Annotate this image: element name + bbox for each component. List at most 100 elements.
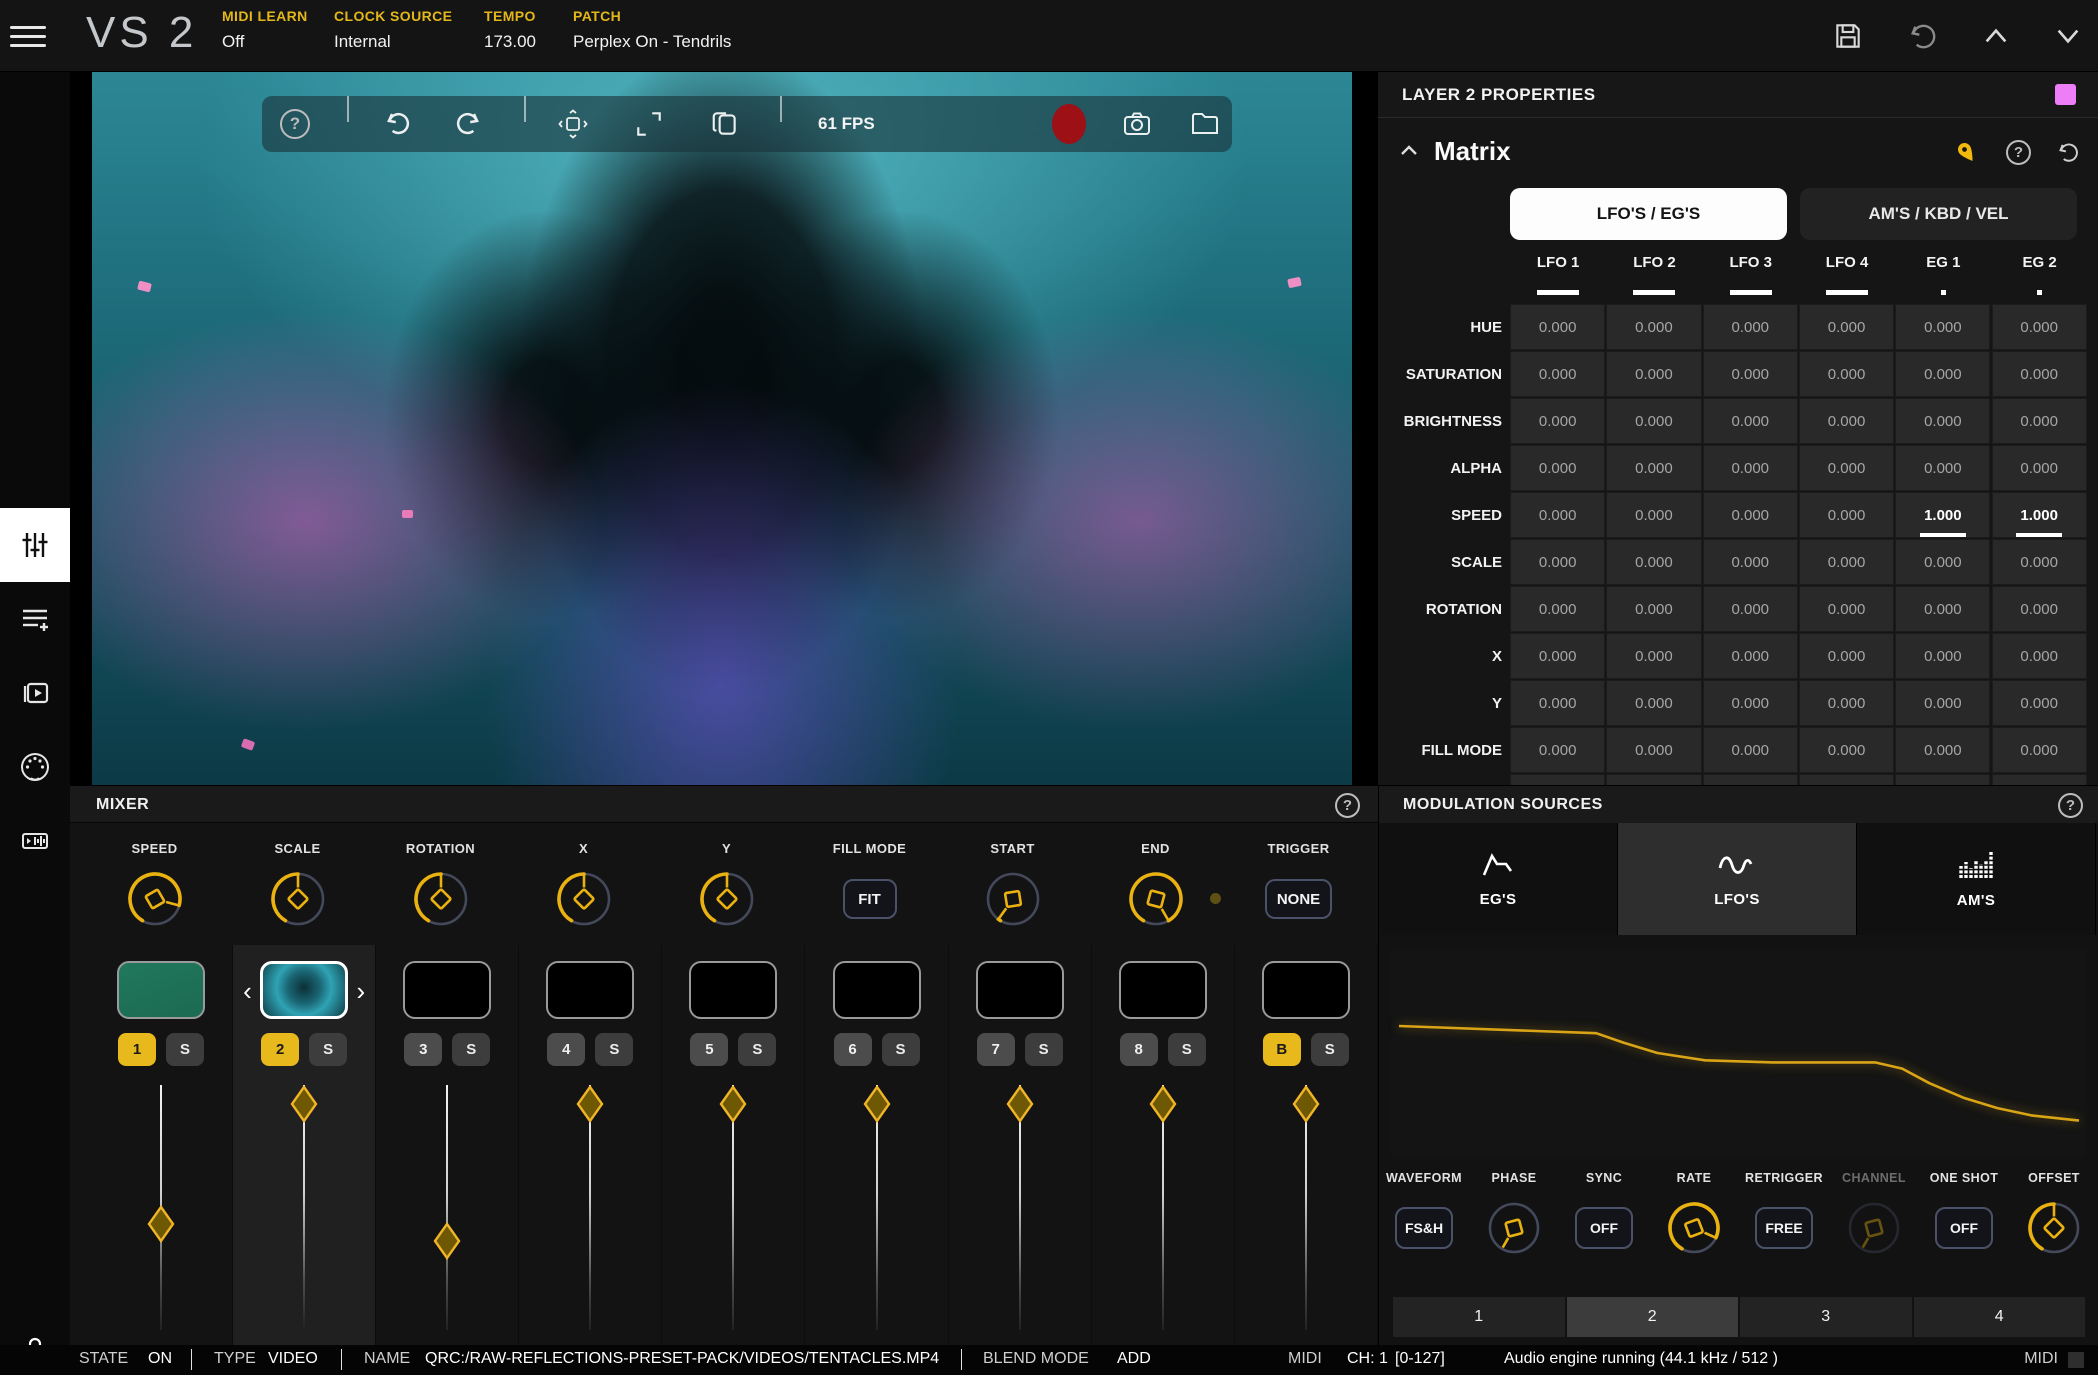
channel-solo-button-B[interactable]: S	[1311, 1033, 1349, 1066]
video-preview[interactable]: ?	[92, 72, 1352, 785]
channel-solo-button-2[interactable]: S	[309, 1033, 347, 1066]
matrix-cell[interactable]: 0.000	[1992, 398, 2087, 444]
type-value[interactable]: VIDEO	[268, 1350, 318, 1368]
prev-clip-arrow[interactable]: ‹	[243, 981, 252, 1001]
pin-icon[interactable]	[1954, 140, 1980, 166]
matrix-cell[interactable]: 1.000	[1895, 492, 1990, 538]
matrix-cell[interactable]: 0.000	[1799, 304, 1894, 350]
topbar-field-tempo[interactable]: TEMPO173.00	[484, 8, 536, 52]
one-shot-button[interactable]: OFF	[1935, 1207, 1993, 1249]
fader-handle[interactable]	[719, 1085, 747, 1123]
matrix-help-icon[interactable]: ?	[2006, 140, 2032, 166]
channel-solo-button-8[interactable]: S	[1168, 1033, 1206, 1066]
matrix-cell[interactable]: 0.000	[1992, 586, 2087, 632]
open-folder-icon[interactable]	[1190, 96, 1220, 152]
channel-select-button-1[interactable]: 1	[118, 1033, 156, 1066]
viewer-redo-icon[interactable]	[454, 96, 484, 152]
lfo-select-tab-2[interactable]: 2	[1567, 1297, 1739, 1337]
channel-solo-button-3[interactable]: S	[452, 1033, 490, 1066]
matrix-cell[interactable]: 0.000	[1799, 351, 1894, 397]
speed-knob[interactable]	[126, 870, 184, 928]
matrix-cell[interactable]: 0.000	[1703, 586, 1798, 632]
snapshot-camera-icon[interactable]	[1122, 96, 1152, 152]
chevron-down-icon[interactable]	[2052, 20, 2084, 52]
tab-egs[interactable]: EG'S	[1379, 823, 1618, 935]
fader-handle[interactable]	[147, 1205, 175, 1243]
channel-thumbnail[interactable]	[1119, 961, 1207, 1019]
lfo-select-tab-3[interactable]: 3	[1740, 1297, 1912, 1337]
matrix-cell[interactable]: 0.000	[1606, 633, 1701, 679]
channel-knob[interactable]	[1846, 1200, 1902, 1256]
matrix-cell[interactable]: 0.000	[1703, 680, 1798, 726]
channel-solo-button-7[interactable]: S	[1025, 1033, 1063, 1066]
channel-solo-button-5[interactable]: S	[738, 1033, 776, 1066]
blend-mode-value[interactable]: ADD	[1117, 1350, 1151, 1368]
matrix-cell[interactable]: 0.000	[1799, 727, 1894, 773]
lfo-select-tab-1[interactable]: 1	[1393, 1297, 1565, 1337]
matrix-cell[interactable]: 0.000	[1895, 304, 1990, 350]
sidebar-item-video-clips[interactable]	[0, 656, 70, 730]
matrix-cell[interactable]: 0.000	[1992, 445, 2087, 491]
undo-icon[interactable]	[1906, 20, 1938, 52]
sidebar-item-playlist-add[interactable]	[0, 582, 70, 656]
fader-handle[interactable]	[1149, 1085, 1177, 1123]
matrix-cell[interactable]: 0.000	[1992, 633, 2087, 679]
matrix-cell[interactable]: 0.000	[1703, 727, 1798, 773]
matrix-cell[interactable]: 0.000	[1703, 539, 1798, 585]
matrix-cell[interactable]: 0.000	[1799, 539, 1894, 585]
matrix-cell[interactable]: 0.000	[1895, 633, 1990, 679]
fader-handle[interactable]	[290, 1085, 318, 1123]
rotation-knob[interactable]	[412, 870, 470, 928]
matrix-cell[interactable]: 0.000	[1895, 445, 1990, 491]
matrix-cell[interactable]: 0.000	[1606, 304, 1701, 350]
fader-handle[interactable]	[433, 1222, 461, 1260]
matrix-cell[interactable]: 0.000	[1510, 445, 1605, 491]
fullscreen-icon[interactable]	[634, 96, 664, 152]
channel-solo-button-6[interactable]: S	[882, 1033, 920, 1066]
matrix-cell[interactable]: 0.000	[1510, 351, 1605, 397]
topbar-field-patch[interactable]: PATCHPerplex On - Tendrils	[573, 8, 731, 52]
duplicate-icon[interactable]	[710, 96, 740, 152]
fader-handle[interactable]	[1292, 1085, 1320, 1123]
channel-select-button-3[interactable]: 3	[404, 1033, 442, 1066]
matrix-reset-icon[interactable]	[2054, 140, 2080, 166]
matrix-cell[interactable]: 0.000	[1703, 633, 1798, 679]
matrix-cell[interactable]: 0.000	[1895, 539, 1990, 585]
collapse-chevron-icon[interactable]	[1400, 144, 1418, 156]
channel-thumbnail[interactable]	[546, 961, 634, 1019]
matrix-cell[interactable]: 0.000	[1606, 492, 1701, 538]
matrix-cell[interactable]: 0.000	[1992, 539, 2087, 585]
phase-knob[interactable]	[1486, 1200, 1542, 1256]
matrix-cell[interactable]: 0.000	[1606, 586, 1701, 632]
scale-knob[interactable]	[269, 870, 327, 928]
matrix-cell[interactable]: 0.000	[1703, 445, 1798, 491]
matrix-cell[interactable]: 0.000	[1703, 351, 1798, 397]
matrix-cell[interactable]: 0.000	[1510, 586, 1605, 632]
matrix-cell[interactable]: 0.000	[1799, 492, 1894, 538]
matrix-cell[interactable]: 0.000	[1895, 398, 1990, 444]
channel-thumbnail[interactable]	[976, 961, 1064, 1019]
matrix-cell[interactable]: 0.000	[1799, 633, 1894, 679]
modulation-help-icon[interactable]: ?	[2058, 793, 2083, 818]
channel-thumbnail[interactable]	[403, 961, 491, 1019]
matrix-cell[interactable]: 0.000	[1606, 351, 1701, 397]
matrix-cell[interactable]: 0.000	[1703, 492, 1798, 538]
start-knob[interactable]	[984, 870, 1042, 928]
matrix-cell[interactable]: 0.000	[1606, 539, 1701, 585]
matrix-cell[interactable]: 0.000	[1992, 304, 2087, 350]
matrix-cell[interactable]: 0.000	[1510, 492, 1605, 538]
channel-select-button-4[interactable]: 4	[547, 1033, 585, 1066]
channel-thumbnail[interactable]	[689, 961, 777, 1019]
next-clip-arrow[interactable]: ›	[357, 981, 366, 1001]
tab-lfos-egs[interactable]: LFO'S / EG'S	[1510, 188, 1787, 240]
chevron-up-icon[interactable]	[1980, 20, 2012, 52]
state-value[interactable]: ON	[148, 1350, 172, 1368]
matrix-cell[interactable]: 0.000	[1510, 539, 1605, 585]
x-knob[interactable]	[555, 870, 613, 928]
tab-lfos[interactable]: LFO'S	[1618, 823, 1857, 935]
channel-thumbnail[interactable]	[833, 961, 921, 1019]
channel-select-button-6[interactable]: 6	[834, 1033, 872, 1066]
channel-select-button-7[interactable]: 7	[977, 1033, 1015, 1066]
fader-handle[interactable]	[1006, 1085, 1034, 1123]
matrix-cell[interactable]: 0.000	[1606, 680, 1701, 726]
